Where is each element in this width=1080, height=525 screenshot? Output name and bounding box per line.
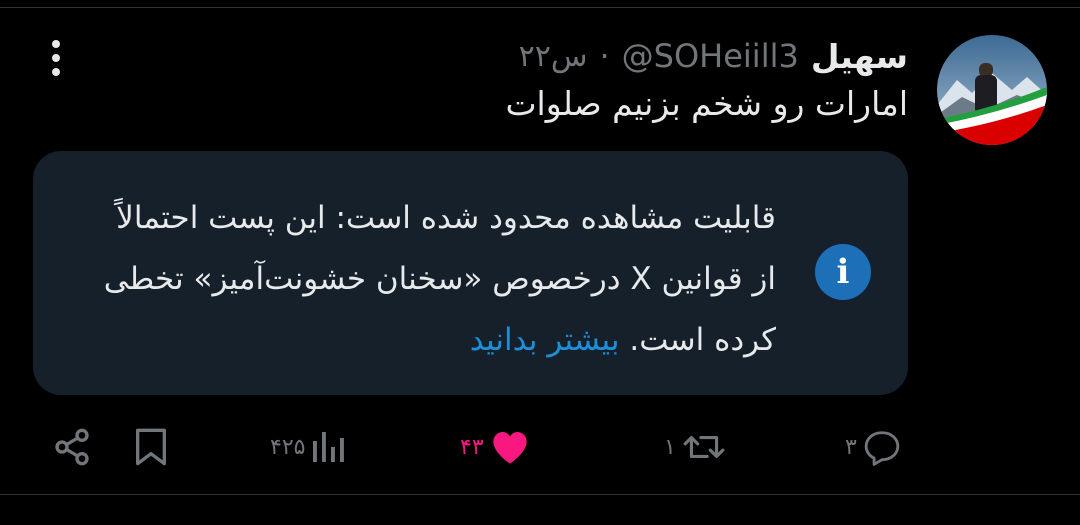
top-divider <box>0 7 1080 8</box>
info-icon: i <box>815 244 871 300</box>
separator-dot: · <box>599 37 610 75</box>
tweet-text: امارات رو شخم بزنیم صلوات <box>505 84 908 123</box>
views-button[interactable]: ۴۲۵ <box>270 425 345 469</box>
display-name[interactable]: سهیل <box>811 37 908 76</box>
tweet-header: سهیل @SOHeiill3 · ۲۲س <box>519 36 908 76</box>
notice-message: قابلیت مشاهده محدود شده است: این پست احت… <box>103 200 776 358</box>
retweet-icon <box>683 436 725 458</box>
user-handle[interactable]: @SOHeiill3 <box>622 37 799 75</box>
share-icon <box>55 428 89 466</box>
reply-button[interactable]: ۳ <box>845 425 901 469</box>
like-count: ۴۳ <box>460 434 484 460</box>
retweet-count: ۱ <box>664 434 676 460</box>
bookmark-button[interactable] <box>134 425 168 469</box>
reply-icon <box>864 431 900 466</box>
avatar[interactable] <box>937 35 1047 145</box>
view-count: ۴۲۵ <box>270 434 306 460</box>
bottom-divider <box>0 494 1080 495</box>
restricted-notice-text: قابلیت مشاهده محدود شده است: این پست احت… <box>100 188 776 371</box>
analytics-icon <box>313 432 345 462</box>
like-button[interactable]: ۴۳ <box>460 425 530 469</box>
more-options-icon[interactable] <box>46 40 66 76</box>
retweet-button[interactable]: ۱ <box>664 425 726 469</box>
bookmark-icon <box>136 428 166 466</box>
timestamp[interactable]: ۲۲س <box>519 39 588 74</box>
learn-more-link[interactable]: بیشتر بدانید <box>470 322 620 358</box>
heart-icon <box>492 432 527 464</box>
reply-count: ۳ <box>845 434 857 460</box>
share-button[interactable] <box>52 425 92 469</box>
